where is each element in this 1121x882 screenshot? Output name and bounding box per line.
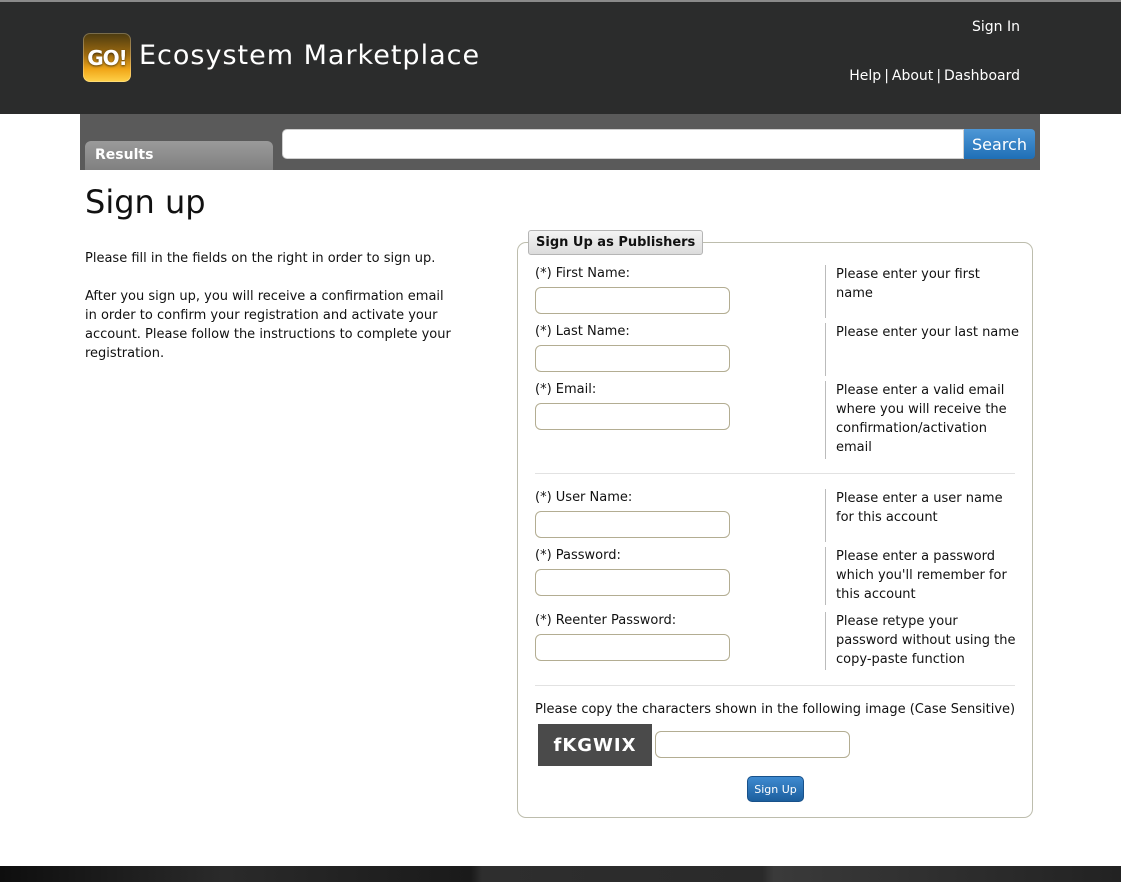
site-header: GO! Ecosystem Marketplace Sign In Help | A…: [0, 2, 1121, 114]
help-link[interactable]: Help: [849, 68, 881, 84]
intro-text: Please fill in the fields on the right i…: [85, 249, 455, 363]
page-footer: [0, 866, 1121, 882]
results-tab[interactable]: Results: [85, 141, 273, 170]
search-bar: Results Search: [80, 114, 1040, 170]
section-divider: [535, 685, 1015, 686]
reenter-password-label: (*) Reenter Password:: [535, 613, 677, 628]
intro-paragraph: Please fill in the fields on the right i…: [85, 251, 436, 266]
search-button[interactable]: Search: [964, 129, 1035, 159]
site-title[interactable]: Ecosystem Marketplace: [139, 40, 480, 71]
fieldset-legend: Sign Up as Publishers: [528, 230, 704, 255]
captcha-image: fKGWIX: [538, 724, 652, 766]
sign-up-button[interactable]: Sign Up: [747, 776, 804, 802]
email-field[interactable]: [535, 403, 730, 430]
intro-paragraph: After you sign up, you will receive a co…: [85, 289, 451, 361]
captcha-label: Please copy the characters shown in the …: [535, 702, 1016, 717]
email-label: (*) Email:: [535, 382, 597, 397]
header-nav: Help | About | Dashboard: [849, 68, 1020, 84]
password-field[interactable]: [535, 569, 730, 596]
reenter-password-field[interactable]: [535, 634, 730, 661]
password-label: (*) Password:: [535, 548, 621, 563]
user-name-field[interactable]: [535, 511, 730, 538]
sign-in-link[interactable]: Sign In: [972, 19, 1020, 35]
last-name-label: (*) Last Name:: [535, 324, 630, 339]
about-link[interactable]: About: [892, 68, 933, 84]
nav-separator: |: [884, 68, 889, 84]
first-name-help: Please enter your first name: [825, 265, 1020, 318]
password-help: Please enter a password which you'll rem…: [825, 547, 1020, 605]
last-name-help: Please enter your last name: [825, 323, 1020, 376]
last-name-field[interactable]: [535, 345, 730, 372]
user-name-label: (*) User Name:: [535, 490, 633, 505]
dashboard-link[interactable]: Dashboard: [944, 68, 1020, 84]
logo-icon[interactable]: GO!: [83, 33, 131, 82]
search-input[interactable]: [282, 129, 964, 159]
first-name-field[interactable]: [535, 287, 730, 314]
nav-separator: |: [936, 68, 942, 84]
user-name-help: Please enter a user name for this accoun…: [825, 489, 1020, 542]
email-help: Please enter a valid email where you wil…: [825, 381, 1020, 459]
captcha-field[interactable]: [655, 731, 850, 758]
page-title: Sign up: [85, 183, 206, 221]
first-name-label: (*) First Name:: [535, 266, 630, 281]
section-divider: [535, 473, 1015, 474]
reenter-password-help: Please retype your password without usin…: [825, 612, 1020, 670]
